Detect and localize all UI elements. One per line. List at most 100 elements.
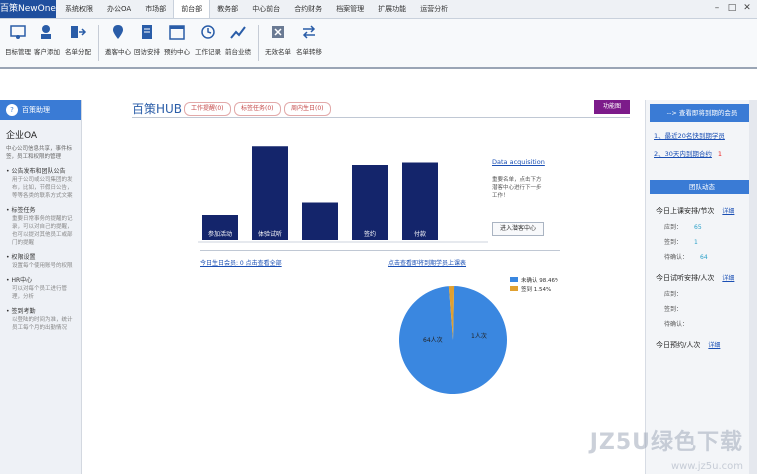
assistant-header: ? 百策助理 bbox=[0, 100, 81, 120]
tool-assign[interactable]: 名单分配 bbox=[62, 23, 94, 56]
menu-teaching[interactable]: 教务部 bbox=[210, 0, 245, 18]
assistant-item-desc: 重要日常事务的提醒的记录，可以对自己的提醒，也可以提对其他员工或部门的提醒 bbox=[12, 216, 73, 246]
legend-label: 未确认 98.46% bbox=[521, 276, 558, 284]
tool-transfer[interactable]: 名单转移 bbox=[293, 23, 325, 56]
tool-invite[interactable]: 邀客中心 bbox=[102, 23, 134, 56]
menu-archive[interactable]: 档案管理 bbox=[329, 0, 371, 18]
menu-system[interactable]: 系统权限 bbox=[58, 0, 100, 18]
funnel-bar-label: 付款 bbox=[414, 230, 426, 238]
assistant-icon: ? bbox=[6, 104, 18, 116]
assistant-item-desc: 用于公司或公司集团的发布，比如，节假日公告，等等各类的联系方式文案 bbox=[12, 177, 73, 199]
menu-market[interactable]: 市场部 bbox=[138, 0, 173, 18]
assistant-title: 企业OA bbox=[6, 131, 38, 141]
tool-booking[interactable]: 预约中心 bbox=[161, 23, 193, 56]
stat-row: 待确认： 64 bbox=[664, 254, 708, 261]
booking-detail-link[interactable]: 详细 bbox=[708, 342, 720, 349]
stat-row: 签到： 1 bbox=[664, 239, 698, 246]
assistant-item: • 签到考勤 bbox=[6, 308, 36, 315]
tab-work-reminder[interactable]: 工作提醒(0) bbox=[184, 102, 231, 116]
expiring-link[interactable]: 点击查看即将到期学员上课表 bbox=[388, 258, 466, 267]
assistant-desc: 中心公司信息共享，事件标签，员工和权限的管理 bbox=[6, 146, 73, 160]
trial-schedule-title: 今日试听安排/人次 详细 bbox=[656, 274, 735, 282]
funnel-bar bbox=[352, 165, 388, 240]
maximize-icon[interactable]: □ bbox=[726, 2, 738, 14]
class-schedule-title: 今日上课安排/节次 详细 bbox=[656, 207, 735, 215]
assistant-item: • 公告发布和团队公告 bbox=[6, 168, 66, 175]
legend-swatch bbox=[510, 277, 518, 282]
toolbar-separator bbox=[258, 25, 259, 61]
clock-icon bbox=[201, 25, 215, 39]
menu-center[interactable]: 中心前台 bbox=[245, 0, 287, 18]
funnel-bar-label: 参加活动 bbox=[208, 230, 232, 238]
funnel-chart: 参加活动 体验试听 签约 付款 bbox=[198, 146, 488, 243]
enter-center-button[interactable]: 进入潜客中心 bbox=[492, 222, 544, 236]
menu-extend[interactable]: 扩展功能 bbox=[371, 0, 413, 18]
tool-add-customer[interactable]: 客户添加 bbox=[31, 23, 63, 56]
pie-label: 64人次 bbox=[423, 336, 443, 344]
chart-icon bbox=[230, 26, 246, 39]
title-bar: 百策NewOne 系统权限 办公OA 市场部 前台部 教务部 中心前台 合约财务… bbox=[0, 0, 757, 19]
funnel-bar bbox=[402, 162, 438, 240]
toolbar-separator bbox=[98, 25, 99, 61]
minimize-icon[interactable]: – bbox=[711, 2, 723, 14]
transfer-icon bbox=[302, 25, 316, 39]
stat-row: 应到： 65 bbox=[664, 224, 702, 231]
birthday-link[interactable]: 今日生日会员: 0 点击查看全部 bbox=[200, 258, 282, 267]
pie-chart: 64人次 1人次 未确认 98.46%签到 1.54% bbox=[399, 276, 558, 394]
hub-main: 百策HUB 工作提醒(0) 标签任务(0) 周内生日(0) 功能图 参加活动 体验… bbox=[118, 100, 640, 474]
stat-row: 待确认： bbox=[664, 321, 689, 328]
contracts-count: 1 bbox=[717, 150, 723, 158]
add-customer-icon bbox=[41, 25, 51, 39]
assistant-item: • 标签任务 bbox=[6, 207, 36, 214]
expiring-contracts-link[interactable]: 2、30天内到期合约 bbox=[654, 150, 712, 158]
window-controls: – □ ✕ bbox=[711, 2, 753, 14]
tool-performance[interactable]: 前台业绩 bbox=[222, 23, 254, 56]
data-desc: 重要名单，点击下方潜客中心进行下一步工作！ bbox=[492, 177, 542, 199]
trial-detail-link[interactable]: 详细 bbox=[722, 275, 734, 282]
app-logo: 百策NewOne bbox=[0, 0, 56, 18]
stat-row: 应到： bbox=[664, 291, 683, 298]
menu-office[interactable]: 办公OA bbox=[100, 0, 138, 18]
menu-front[interactable]: 前台部 bbox=[173, 0, 211, 18]
assistant-item-desc: 设置每个使用账号的权限 bbox=[12, 263, 73, 269]
invalid-list-icon bbox=[272, 26, 284, 38]
team-header: 团队动态 bbox=[650, 180, 754, 194]
stat-row: 签到： bbox=[664, 306, 683, 313]
document-icon bbox=[142, 25, 152, 39]
tool-target[interactable]: 目标管理 bbox=[2, 23, 34, 56]
tab-tag-task[interactable]: 标签任务(0) bbox=[234, 102, 281, 116]
legend-swatch bbox=[510, 286, 518, 291]
legend-label: 签到 1.54% bbox=[521, 285, 551, 293]
menu-finance[interactable]: 合约财务 bbox=[287, 0, 329, 18]
close-icon[interactable]: ✕ bbox=[741, 2, 753, 14]
function-button[interactable]: 功能图 bbox=[594, 100, 630, 114]
class-detail-link[interactable]: 详细 bbox=[722, 208, 734, 215]
menu-analysis[interactable]: 运营分析 bbox=[413, 0, 455, 18]
assign-icon bbox=[71, 26, 87, 38]
assistant-item-desc: 以登陆的时间为准，统计员工每个月的出勤情况 bbox=[12, 317, 73, 331]
hub-divider bbox=[132, 117, 630, 118]
watermark-url: www.jz5u.com bbox=[670, 461, 743, 472]
tool-worklog[interactable]: 工作记录 bbox=[192, 23, 224, 56]
tool-revisit[interactable]: 回访安排 bbox=[131, 23, 163, 56]
right-panel: --> 查看即将到期的会员 1、最近20名快到期学员 2、30天内到期合约 1 团… bbox=[645, 100, 757, 474]
target-icon bbox=[10, 25, 26, 39]
assistant-panel: ? 百策助理 企业OA 中心公司信息共享，事件标签，员工和权限的管理 • 公告发… bbox=[0, 100, 82, 474]
funnel-bar bbox=[302, 202, 338, 240]
top-menu: 系统权限 办公OA 市场部 前台部 教务部 中心前台 合约财务 档案管理 扩展功… bbox=[58, 0, 455, 18]
toolbar: 目标管理 客户添加 名单分配 邀客中心 回访安排 预约中心 工作记录 前台业绩 … bbox=[0, 19, 757, 69]
tab-birthday[interactable]: 周内生日(0) bbox=[284, 102, 331, 116]
data-acquisition-link[interactable]: Data acquisition bbox=[492, 158, 545, 166]
assistant-item-desc: 可以对每个员工进行管理，分析 bbox=[12, 286, 68, 300]
assistant-item: • HR中心 bbox=[6, 277, 33, 284]
funnel-bar bbox=[252, 146, 288, 240]
expiring-students-link[interactable]: 1、最近20名快到期学员 bbox=[646, 122, 757, 140]
vertical-scrollbar[interactable] bbox=[749, 100, 757, 474]
hub-title: 百策HUB bbox=[132, 102, 183, 116]
expiring-contracts-row: 2、30天内到期合约 1 bbox=[646, 140, 757, 158]
expiring-header[interactable]: --> 查看即将到期的会员 bbox=[650, 104, 754, 122]
assistant-item: • 权限设置 bbox=[6, 254, 36, 261]
tool-invalid[interactable]: 无效名单 bbox=[262, 23, 294, 56]
location-pin-icon bbox=[113, 25, 123, 39]
booking-title: 今日预约/人次 详细 bbox=[656, 341, 721, 349]
